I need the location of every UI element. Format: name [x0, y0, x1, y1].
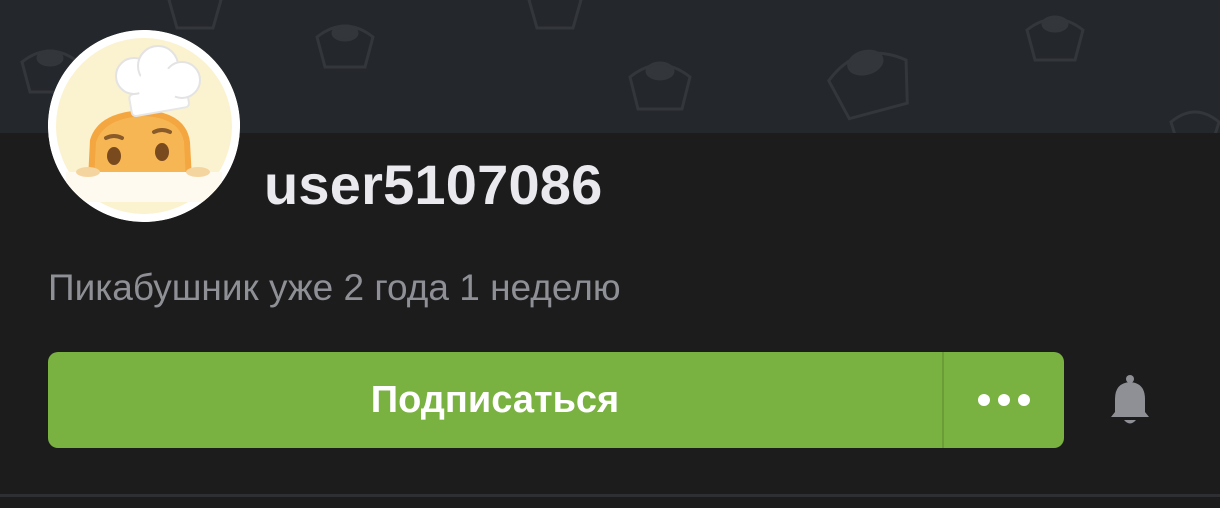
bell-icon [1111, 375, 1149, 424]
ellipsis-icon [1018, 394, 1030, 406]
avatar[interactable] [48, 30, 240, 222]
chef-avatar-icon [48, 30, 240, 222]
profile-header: user5107086 Пикабушник уже 2 года 1 неде… [0, 0, 1220, 508]
notification-bell-button[interactable] [1102, 372, 1158, 428]
tenure-text: Пикабушник уже 2 года 1 неделю [48, 267, 621, 308]
ellipsis-icon [998, 394, 1010, 406]
divider-line [0, 494, 1220, 497]
subscribe-button[interactable]: Подписаться [48, 352, 942, 448]
more-options-button[interactable] [944, 352, 1064, 448]
username: user5107086 [264, 153, 603, 216]
ellipsis-icon [978, 394, 990, 406]
subscribe-group: Подписаться [48, 352, 1064, 448]
